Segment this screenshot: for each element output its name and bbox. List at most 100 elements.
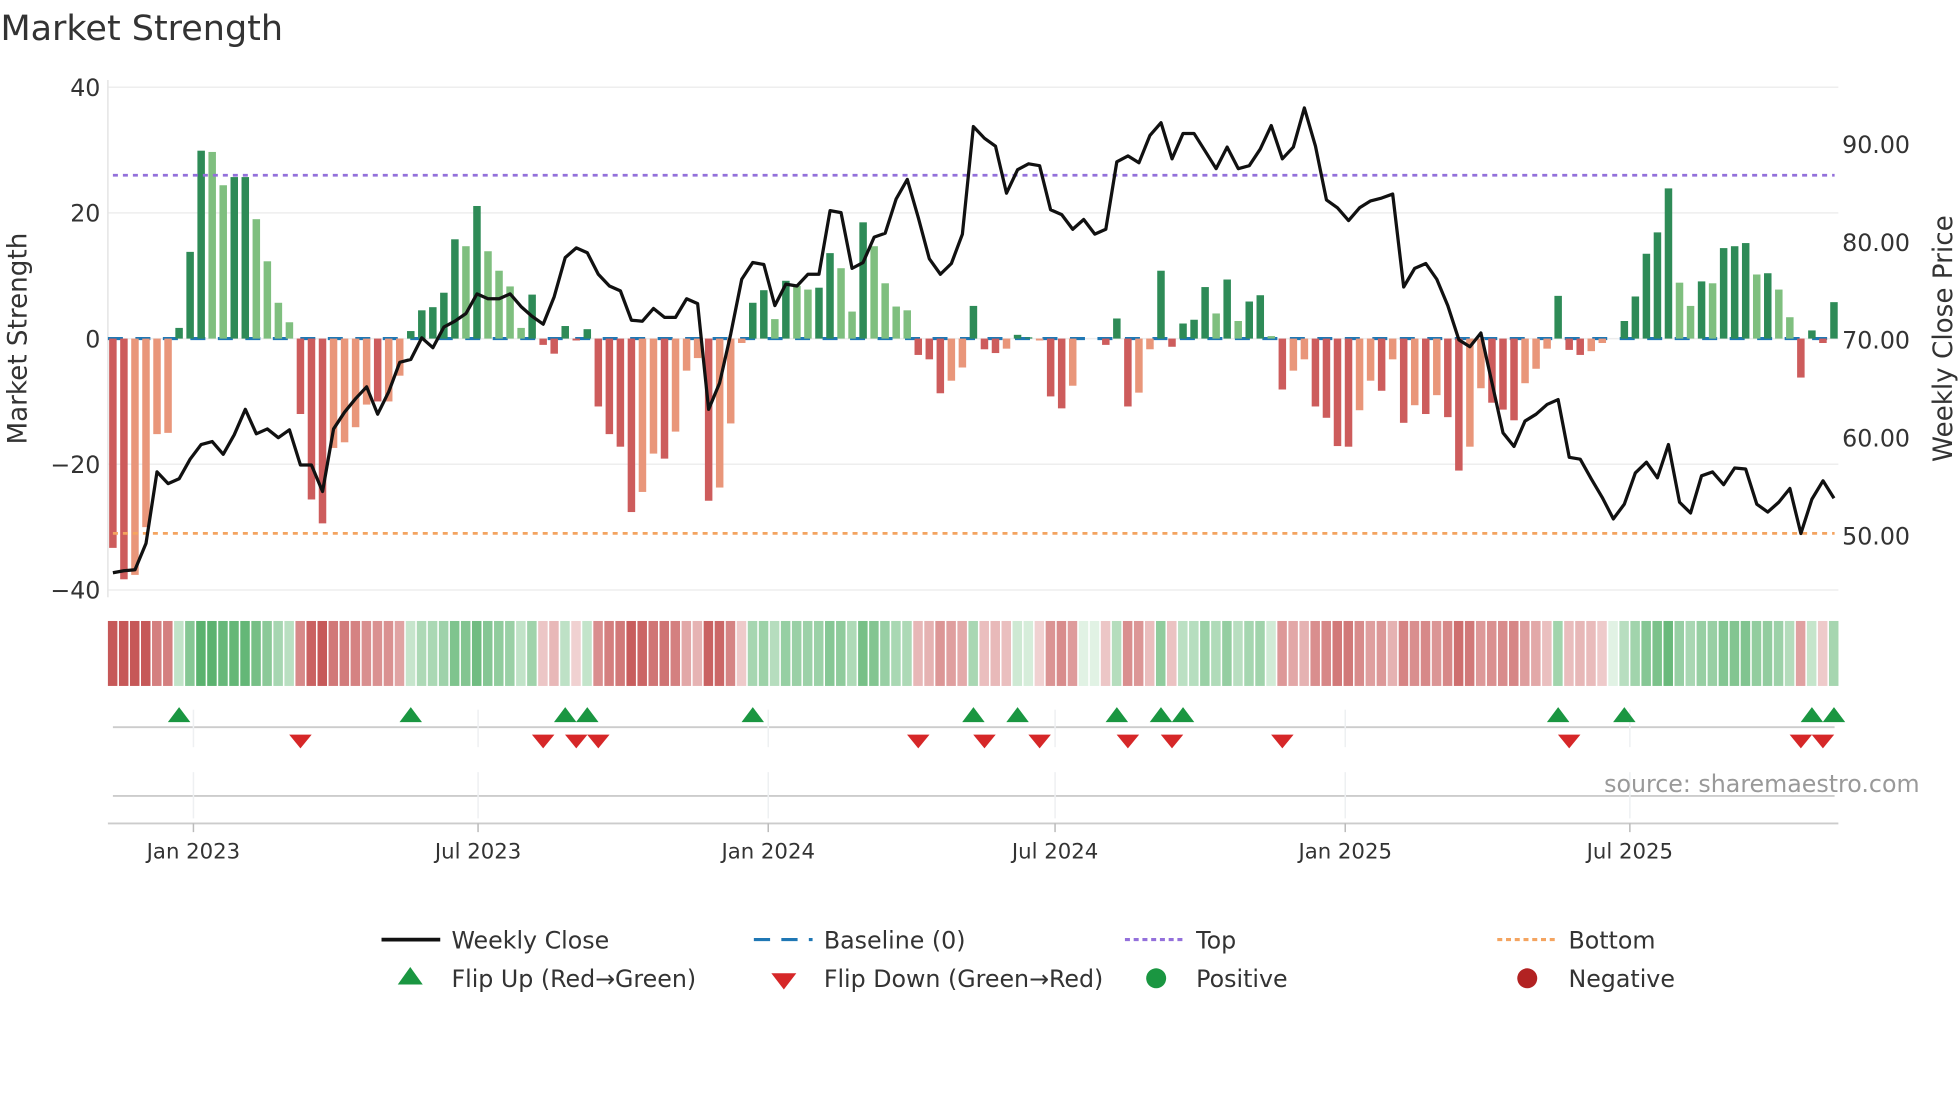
strength-bar (175, 327, 183, 339)
heatmap-cell (1387, 620, 1398, 686)
heatmap-cell (416, 620, 427, 686)
strength-bar (616, 338, 625, 447)
heatmap-cell (516, 620, 526, 686)
heatmap-cell (438, 620, 449, 686)
legend-positive: Positive (1196, 965, 1287, 993)
heatmap-cell (1089, 620, 1100, 686)
heatmap-cell (880, 620, 890, 686)
heatmap-cell (935, 620, 945, 686)
heatmap-cell (538, 620, 548, 686)
strength-bar (660, 338, 669, 459)
heatmap-cell (405, 620, 416, 686)
strength-bar (120, 338, 128, 580)
heatmap-cell (582, 620, 592, 686)
legend-negative: Negative (1568, 965, 1674, 993)
heatmap-cell (1233, 620, 1243, 686)
strength-bar (859, 222, 867, 339)
strength-bar (1752, 274, 1761, 339)
heatmap-cell (1288, 620, 1298, 686)
flip-down-marker (907, 734, 930, 749)
strength-bar (1013, 334, 1022, 339)
flip-down-marker (1160, 734, 1184, 749)
x-tick-label: Jan 2024 (719, 839, 815, 864)
flip-up-marker (576, 707, 599, 723)
flip-up-marker (1006, 707, 1029, 723)
legend-top: Top (1195, 926, 1236, 954)
strength-bar (793, 285, 801, 339)
strength-bar (914, 338, 923, 355)
flip-up-marker (553, 707, 577, 723)
strength-bar (1278, 338, 1287, 390)
strength-bar (418, 310, 426, 339)
heatmap-cell (1255, 620, 1265, 686)
heatmap-cell (284, 620, 294, 686)
strength-bar (627, 338, 636, 513)
heatmap-cell (913, 620, 923, 686)
heatmap-cell (891, 620, 901, 686)
heatmap-cell (725, 620, 736, 686)
heatmap-cell (1630, 620, 1640, 686)
strength-bar (1532, 338, 1540, 369)
heatmap-cell (1023, 620, 1034, 686)
heatmap-cell (1553, 620, 1563, 686)
strength-bar (164, 338, 172, 433)
heatmap-cell (1045, 620, 1056, 686)
x-axis-ticks: Jan 2023 Jul 2023 Jan 2024 Jul 2024 Jan 2025… (145, 823, 1673, 864)
strength-bar (605, 338, 614, 435)
heatmap-cell (1376, 620, 1387, 686)
heatmap-cell (460, 620, 471, 686)
heatmap-cell (758, 620, 769, 686)
strength-bar (1068, 338, 1077, 386)
strength-bar (1587, 338, 1595, 352)
y-tick-label: −40 (50, 577, 100, 605)
heatmap-cell (902, 620, 912, 686)
heatmap-cell (1189, 620, 1199, 686)
y-axis-ticks: 40 20 0 −20 −40 (50, 74, 100, 605)
y2-tick-label: 70.00 (1842, 327, 1910, 355)
heatmap-cell (1597, 620, 1607, 686)
strength-bar (826, 253, 834, 339)
strength-bar (572, 338, 581, 341)
strength-bar (285, 322, 294, 339)
heatmap-cell (494, 620, 504, 686)
flip-up-marker (1105, 707, 1129, 723)
heatmap-cell (350, 620, 361, 686)
strength-bar (1741, 243, 1750, 339)
strength-bar (539, 338, 547, 345)
strength-bar (1620, 320, 1629, 339)
flip-up-marker (1800, 707, 1824, 723)
heatmap-cell (1586, 620, 1596, 686)
strength-bar (1002, 338, 1011, 349)
heatmap-cell (604, 620, 614, 686)
strength-bar (1344, 338, 1353, 447)
strength-bar (1046, 338, 1055, 397)
y-tick-label: −20 (50, 451, 100, 479)
heatmap-cell (174, 620, 184, 686)
strength-bar (1786, 317, 1794, 339)
heatmap-cell (858, 620, 868, 686)
strength-bar (1377, 338, 1386, 391)
flip-down-marker (1557, 734, 1581, 749)
y2-axis-label: Weekly Close Price (1929, 215, 1959, 462)
legend: Weekly Close Baseline (0) Top Bottom Fli… (381, 926, 1675, 993)
heatmap-cell (483, 620, 493, 686)
heatmap-cell (107, 620, 118, 686)
heatmap-cell (1453, 620, 1464, 686)
heatmap-cell (714, 620, 725, 686)
strength-bar (1708, 283, 1717, 339)
strength-bar (1157, 270, 1165, 339)
heatmap-cell (615, 620, 625, 686)
heatmap-cell (1497, 620, 1508, 686)
heatmap-cell (1012, 620, 1023, 686)
heatmap-cell (163, 620, 173, 686)
strength-bar (153, 338, 161, 435)
heatmap-cell (1828, 620, 1839, 686)
strength-bar (1267, 336, 1276, 339)
strength-bar (881, 283, 889, 339)
strength-bar (1675, 282, 1684, 339)
heatmap-cell (1729, 620, 1740, 686)
heatmap-cell (1332, 620, 1342, 686)
heatmap-cell (1751, 620, 1762, 686)
strength-bar (1819, 338, 1827, 343)
y-axis-label: Market Strength (4, 233, 34, 445)
